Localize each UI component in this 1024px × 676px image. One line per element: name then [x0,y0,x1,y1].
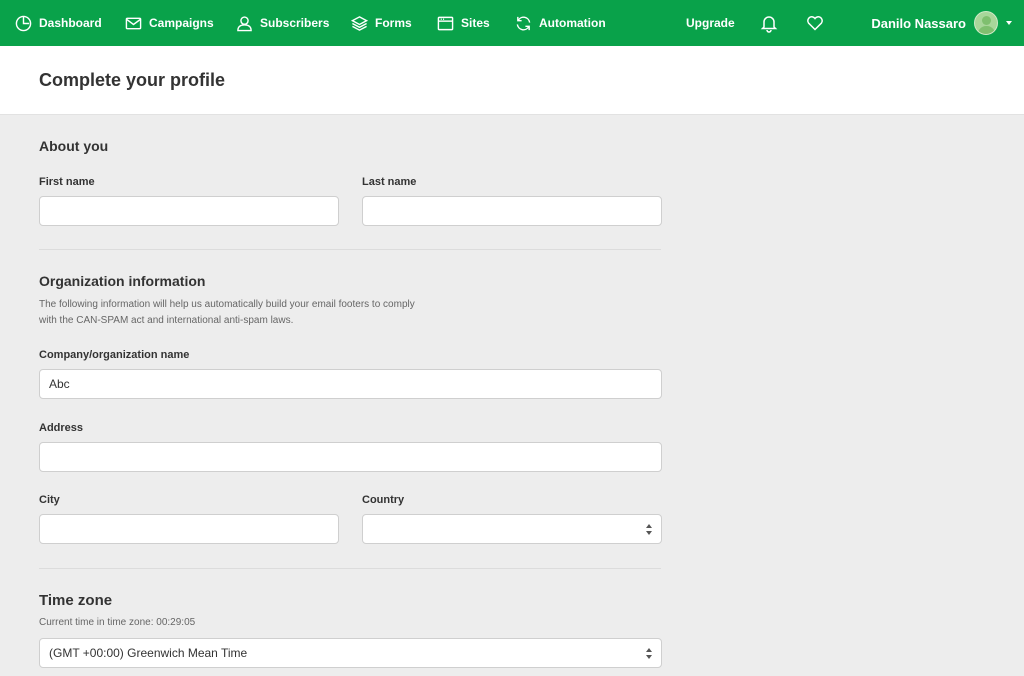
upgrade-label: Upgrade [686,16,735,30]
nav-campaigns-label: Campaigns [149,16,214,30]
organization-section-title: Organization information [39,273,206,289]
nav-campaigns[interactable]: Campaigns [125,0,214,46]
page-header: Complete your profile [0,46,1024,115]
bell-icon [760,16,778,33]
address-field[interactable] [39,442,662,472]
first-name-field[interactable] [39,196,339,226]
nav-forms-label: Forms [375,16,412,30]
organization-description-line-2: with the CAN-SPAM act and international … [39,315,294,326]
first-name-label: First name [39,176,95,188]
nav-automation-label: Automation [539,16,606,30]
city-field[interactable] [39,514,339,544]
nav-dashboard-label: Dashboard [39,16,102,30]
about-section-title: About you [39,138,109,154]
clock-icon [15,15,32,31]
upgrade-link[interactable]: Upgrade [686,0,735,46]
top-navigation-bar: Dashboard Campaigns Subscribers Forms Si… [0,0,1024,46]
section-divider [39,568,661,569]
nav-subscribers-label: Subscribers [260,16,330,30]
heart-icon [807,16,823,31]
refresh-icon [516,16,531,30]
select-arrows-icon [646,648,652,659]
nav-dashboard[interactable]: Dashboard [15,0,102,46]
last-name-field[interactable] [362,196,662,226]
address-label: Address [39,422,84,434]
city-label: City [39,494,60,506]
country-select[interactable] [362,514,662,544]
section-divider [39,249,661,250]
nav-subscribers[interactable]: Subscribers [236,0,329,46]
nav-sites-label: Sites [461,16,490,30]
avatar [974,11,998,35]
nav-automation[interactable]: Automation [515,0,606,46]
nav-sites[interactable]: Sites [437,0,490,46]
organization-description-line-1: The following information will help us a… [39,299,415,310]
company-name-label: Company/organization name [39,349,190,361]
user-menu[interactable]: Danilo Nassaro [871,0,1012,46]
browser-window-icon [437,16,454,30]
layers-icon [351,15,368,31]
page-title: Complete your profile [39,70,226,90]
timezone-section-title: Time zone [39,592,113,609]
timezone-select-value: (GMT +00:00) Greenwich Mean Time [49,646,248,660]
notifications-button[interactable] [759,13,779,33]
timezone-current-time: Current time in time zone: 00:29:05 [39,617,196,628]
select-arrows-icon [646,524,652,535]
person-icon [237,15,252,31]
nav-forms[interactable]: Forms [351,0,412,46]
company-name-field[interactable]: Abc [39,369,662,399]
envelope-icon [125,17,142,29]
user-name: Danilo Nassaro [871,15,966,31]
timezone-select[interactable]: (GMT +00:00) Greenwich Mean Time [39,638,662,668]
last-name-label: Last name [362,176,417,188]
country-label: Country [362,494,405,506]
favorites-button[interactable] [805,13,825,33]
chevron-down-icon [1006,21,1012,25]
